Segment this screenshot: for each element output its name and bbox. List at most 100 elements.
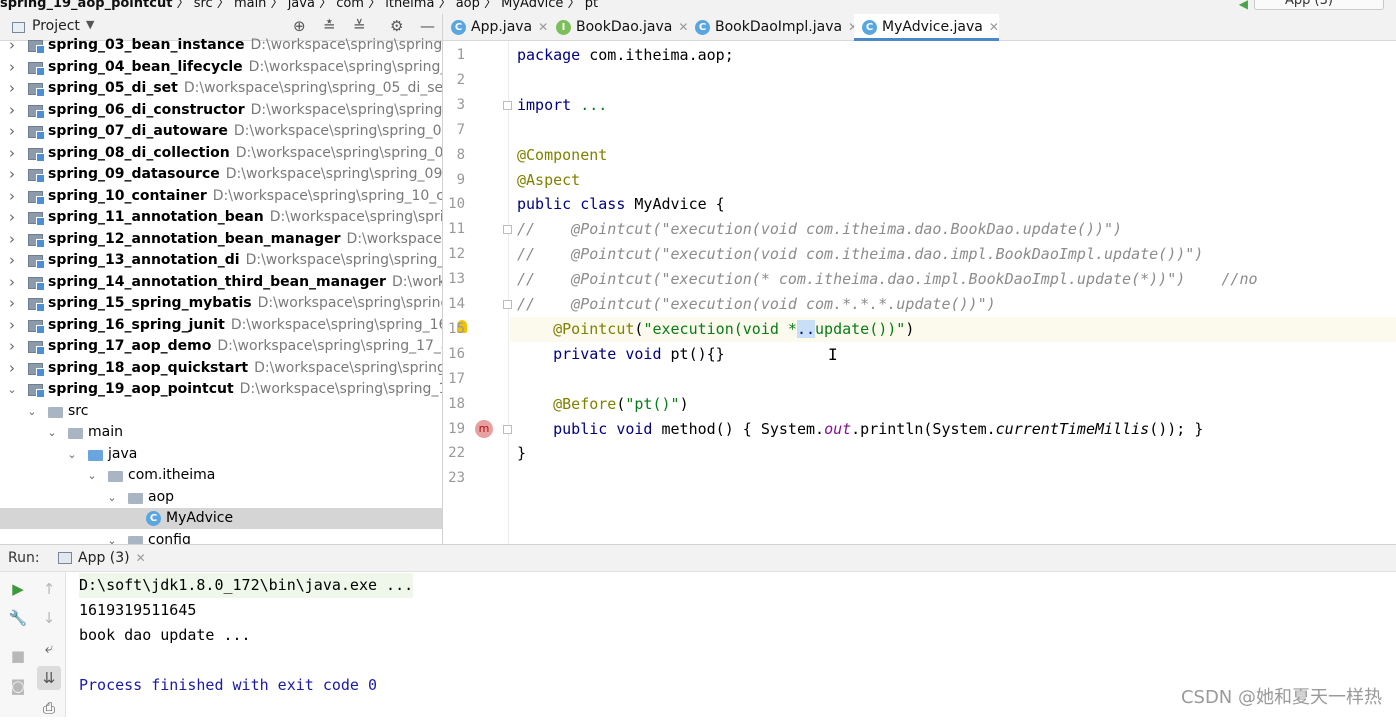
- tree-item[interactable]: ⌄ config: [0, 530, 442, 545]
- expand-all-icon[interactable]: ≛: [323, 17, 336, 35]
- fold-icon[interactable]: [503, 225, 512, 235]
- wrench-icon[interactable]: 🔧: [6, 606, 30, 630]
- tree-item[interactable]: ⌄ src: [0, 401, 442, 422]
- chevron-right-icon[interactable]: ›: [6, 315, 18, 336]
- chevron-right-icon[interactable]: ›: [6, 229, 18, 250]
- chevron-right-icon[interactable]: ›: [6, 35, 18, 56]
- fold-icon[interactable]: [503, 424, 512, 434]
- chevron-right-icon[interactable]: ›: [6, 250, 18, 271]
- code-line[interactable]: // @Pointcut("execution(void com.*.*.*.u…: [503, 292, 1396, 317]
- code-line[interactable]: @Component: [510, 143, 1396, 168]
- chevron-right-icon[interactable]: ›: [6, 164, 18, 185]
- chevron-right-icon[interactable]: ›: [6, 121, 18, 142]
- chevron-down-icon[interactable]: ⌄: [26, 401, 38, 422]
- code-line[interactable]: [510, 466, 1396, 491]
- tree-item[interactable]: › spring_12_annotation_bean_manager D:\wor…: [0, 229, 442, 250]
- stop-icon[interactable]: ■: [6, 644, 30, 668]
- locate-icon[interactable]: ⊕: [293, 17, 306, 35]
- tree-item[interactable]: ⌄ com.itheima: [0, 465, 442, 486]
- tree-item-label: spring_09_datasource D:\workspace\spring\…: [48, 164, 442, 185]
- chevron-right-icon[interactable]: ›: [6, 57, 18, 78]
- build-arrow-icon[interactable]: ◀: [1239, 0, 1248, 11]
- code-line[interactable]: public void method() { System.out.printl…: [503, 417, 1396, 442]
- camera-icon[interactable]: ◙: [6, 674, 30, 698]
- code-line[interactable]: public class MyAdvice {: [510, 192, 1396, 217]
- chevron-down-icon[interactable]: ⌄: [106, 530, 118, 545]
- tree-item[interactable]: › spring_10_container D:\workspace\spring\…: [0, 186, 442, 207]
- code-line[interactable]: // @Pointcut("execution(* com.itheima.da…: [510, 267, 1396, 292]
- tab-bookdao[interactable]: I BookDao.java ✕: [548, 14, 688, 41]
- settings-gear-icon[interactable]: ⚙: [390, 17, 403, 35]
- tab-myadvice[interactable]: C MyAdvice.java ✕: [854, 14, 999, 41]
- project-title[interactable]: Project: [32, 18, 80, 34]
- run-config-select[interactable]: App (3): [1254, 0, 1384, 10]
- fold-icon[interactable]: [503, 300, 512, 309]
- tree-item[interactable]: C MyAdvice: [0, 508, 442, 529]
- down-arrow-icon[interactable]: ↓: [37, 606, 61, 630]
- code-line[interactable]: @Pointcut("execution(void *..update())"): [510, 316, 1396, 342]
- tree-item[interactable]: › spring_07_di_autoware D:\workspace\sprin…: [0, 121, 442, 142]
- chevron-right-icon[interactable]: ›: [6, 358, 18, 379]
- chevron-right-icon[interactable]: ›: [6, 143, 18, 164]
- chevron-down-icon[interactable]: ▼: [86, 18, 94, 31]
- tree-item[interactable]: › spring_16_spring_junit D:\workspace\spri…: [0, 315, 442, 336]
- hide-icon[interactable]: —: [420, 17, 435, 35]
- chevron-right-icon[interactable]: ›: [6, 100, 18, 121]
- close-icon[interactable]: ✕: [989, 20, 999, 34]
- tree-item[interactable]: › spring_03_bean_instance D:\workspace\spr…: [0, 35, 442, 56]
- up-arrow-icon[interactable]: ↑: [37, 577, 61, 601]
- tab-app[interactable]: C App.java ✕: [443, 14, 548, 41]
- code-line[interactable]: [510, 367, 1396, 392]
- tree-item[interactable]: › spring_15_spring_mybatis D:\workspace\sp…: [0, 293, 442, 314]
- collapse-all-icon[interactable]: ≚: [353, 17, 366, 35]
- chevron-right-icon[interactable]: ›: [6, 186, 18, 207]
- chevron-down-icon[interactable]: ⌄: [6, 379, 18, 400]
- tree-item[interactable]: › spring_09_datasource D:\workspace\spring…: [0, 164, 442, 185]
- breadcrumb[interactable]: spring_19_aop_pointcut 〉 src 〉 main 〉 ja…: [0, 0, 598, 11]
- code-line[interactable]: package com.itheima.aop;: [510, 43, 1396, 68]
- tree-item[interactable]: › spring_06_di_constructor D:\workspace\sp…: [0, 100, 442, 121]
- code-line[interactable]: @Before("pt()"): [510, 392, 1396, 417]
- chevron-down-icon[interactable]: ⌄: [66, 444, 78, 465]
- chevron-right-icon[interactable]: ›: [6, 272, 18, 293]
- fold-icon[interactable]: [503, 100, 512, 110]
- print-icon[interactable]: ⎙: [37, 696, 61, 720]
- chevron-right-icon[interactable]: ›: [6, 207, 18, 228]
- close-icon[interactable]: ✕: [136, 551, 146, 565]
- rerun-icon[interactable]: ▶: [6, 577, 30, 601]
- tree-item[interactable]: › spring_04_bean_lifecycle D:\workspace\sp…: [0, 57, 442, 78]
- advice-marker-icon[interactable]: m: [475, 420, 493, 438]
- code-line[interactable]: [510, 68, 1396, 93]
- tree-item[interactable]: › spring_18_aop_quickstart D:\workspace\sp…: [0, 358, 442, 379]
- code-line[interactable]: import ...: [503, 93, 1396, 118]
- tree-item[interactable]: › spring_13_annotation_di D:\workspace\spr…: [0, 250, 442, 271]
- code-line[interactable]: [510, 118, 1396, 143]
- tab-bookdaoimpl[interactable]: CBookDaoImpl.java✕: [687, 14, 858, 41]
- code-line[interactable]: }: [510, 441, 1396, 466]
- chevron-right-icon[interactable]: ›: [6, 78, 18, 99]
- code-area[interactable]: I package com.itheima.aop; import ... @Com…: [503, 41, 1396, 544]
- scroll-to-end-icon[interactable]: ⇊: [37, 666, 61, 690]
- tree-item[interactable]: › spring_14_annotation_third_bean_manager…: [0, 272, 442, 293]
- tree-item[interactable]: ⌄ main: [0, 422, 442, 443]
- chevron-right-icon[interactable]: ›: [6, 336, 18, 357]
- soft-wrap-icon[interactable]: ⤶: [37, 636, 61, 660]
- code-line[interactable]: // @Pointcut("execution(void com.itheima…: [503, 217, 1396, 242]
- tree-item[interactable]: › spring_11_annotation_bean D:\workspace\s…: [0, 207, 442, 228]
- chevron-down-icon[interactable]: ⌄: [86, 465, 98, 486]
- tree-item[interactable]: › spring_08_di_collection D:\workspace\spr…: [0, 143, 442, 164]
- line-number: 12: [448, 246, 465, 263]
- code-line[interactable]: private void pt(){}: [510, 342, 1396, 367]
- chevron-down-icon[interactable]: ⌄: [106, 487, 118, 508]
- code-line[interactable]: // @Pointcut("execution(void com.itheima…: [510, 242, 1396, 267]
- tree-item[interactable]: ⌄ java: [0, 444, 442, 465]
- close-icon[interactable]: ✕: [538, 20, 548, 34]
- tree-item[interactable]: › spring_05_di_set D:\workspace\spring\spr…: [0, 78, 442, 99]
- chevron-down-icon[interactable]: ⌄: [46, 422, 58, 443]
- code-line[interactable]: @Aspect: [510, 168, 1396, 193]
- tree-item[interactable]: ⌄ aop: [0, 487, 442, 508]
- tree-item[interactable]: ⌄ spring_19_aop_pointcut D:\workspace\spri…: [0, 379, 442, 400]
- chevron-right-icon[interactable]: ›: [6, 293, 18, 314]
- run-tab-app[interactable]: App (3) ✕: [58, 545, 146, 572]
- tree-item[interactable]: › spring_17_aop_demo D:\workspace\spring\s…: [0, 336, 442, 357]
